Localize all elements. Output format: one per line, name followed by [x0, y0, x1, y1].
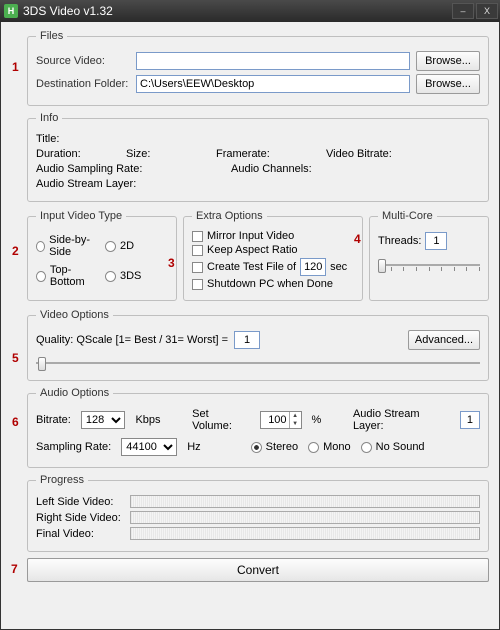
volume-input[interactable]	[261, 412, 289, 428]
sampling-combo[interactable]: 44100	[121, 438, 177, 456]
info-audio-stream-layer-label: Audio Stream Layer:	[36, 178, 136, 190]
titlebar: H 3DS Video v1.32 – X	[0, 0, 500, 22]
multicore-group: 4 Multi-Core Threads:	[369, 210, 489, 301]
volume-label: Set Volume:	[192, 408, 249, 432]
progress-left-bar	[130, 495, 480, 508]
kbps-label: Kbps	[135, 414, 160, 426]
info-title-label: Title:	[36, 133, 59, 145]
multicore-legend: Multi-Core	[378, 210, 437, 222]
check-keep-aspect[interactable]: Keep Aspect Ratio	[192, 244, 354, 256]
browse-dest-button[interactable]: Browse...	[416, 74, 480, 94]
marker-2: 2	[12, 244, 19, 258]
marker-5: 5	[12, 351, 19, 365]
marker-1: 1	[12, 60, 19, 74]
input-type-legend: Input Video Type	[36, 210, 126, 222]
check-create-test[interactable]: Create Test File of sec	[192, 258, 354, 276]
radio-3ds[interactable]: 3DS	[105, 264, 168, 288]
radio-side-by-side[interactable]: Side-by-Side	[36, 234, 99, 258]
files-legend: Files	[36, 30, 67, 42]
threads-input[interactable]	[425, 232, 447, 250]
info-group: Info Title: Duration: Size: Framerate: V…	[27, 112, 489, 202]
window-body: 1 Files Source Video: Browse... Destinat…	[0, 22, 500, 630]
info-framerate-label: Framerate:	[216, 148, 326, 160]
threads-slider[interactable]	[378, 256, 480, 274]
info-size-label: Size:	[126, 148, 216, 160]
hz-label: Hz	[187, 441, 200, 453]
dest-input[interactable]	[136, 75, 410, 93]
percent-label: %	[312, 414, 322, 426]
extra-legend: Extra Options	[192, 210, 267, 222]
advanced-button[interactable]: Advanced...	[408, 330, 480, 350]
progress-legend: Progress	[36, 474, 88, 486]
radio-stereo[interactable]: Stereo	[251, 441, 298, 453]
info-duration-label: Duration:	[36, 148, 126, 160]
check-mirror[interactable]: Mirror Input Video	[192, 230, 354, 242]
progress-right-bar	[130, 511, 480, 524]
minimize-button[interactable]: –	[452, 3, 474, 19]
browse-source-button[interactable]: Browse...	[416, 51, 480, 71]
files-group: 1 Files Source Video: Browse... Destinat…	[27, 30, 489, 106]
volume-up-icon[interactable]: ▲	[290, 412, 301, 420]
radio-top-bottom[interactable]: Top-Bottom	[36, 264, 99, 288]
progress-right-label: Right Side Video:	[36, 512, 124, 524]
audio-stream-layer-label: Audio Stream Layer:	[353, 408, 450, 432]
test-seconds-input[interactable]	[300, 258, 326, 276]
audio-options-legend: Audio Options	[36, 387, 113, 399]
video-options-legend: Video Options	[36, 309, 113, 321]
window-title: 3DS Video v1.32	[23, 4, 450, 18]
info-audio-sampling-label: Audio Sampling Rate:	[36, 163, 231, 175]
convert-button[interactable]: Convert	[27, 558, 489, 582]
close-button[interactable]: X	[476, 3, 498, 19]
marker-6: 6	[12, 415, 19, 429]
source-label: Source Video:	[36, 55, 130, 67]
progress-group: Progress Left Side Video: Right Side Vid…	[27, 474, 489, 552]
sampling-label: Sampling Rate:	[36, 441, 111, 453]
input-type-group: 2 Input Video Type Side-by-Side 2D Top-B…	[27, 210, 177, 301]
marker-3: 3	[168, 256, 175, 270]
quality-slider[interactable]	[36, 354, 480, 372]
app-icon: H	[4, 4, 18, 18]
progress-left-label: Left Side Video:	[36, 496, 124, 508]
bitrate-label: Bitrate:	[36, 414, 71, 426]
info-legend: Info	[36, 112, 62, 124]
marker-4: 4	[354, 232, 361, 246]
volume-down-icon[interactable]: ▼	[290, 420, 301, 428]
info-audio-channels-label: Audio Channels:	[231, 163, 312, 175]
source-input[interactable]	[136, 52, 410, 70]
extra-options-group: 3 Extra Options Mirror Input Video Keep …	[183, 210, 363, 301]
audio-options-group: 6 Audio Options Bitrate: 128 Kbps Set Vo…	[27, 387, 489, 468]
radio-mono[interactable]: Mono	[308, 441, 351, 453]
radio-2d[interactable]: 2D	[105, 234, 168, 258]
progress-final-bar	[130, 527, 480, 540]
marker-7: 7	[11, 562, 18, 576]
quality-input[interactable]	[234, 331, 260, 349]
threads-label: Threads:	[378, 235, 421, 247]
dest-label: Destination Folder:	[36, 78, 130, 90]
progress-final-label: Final Video:	[36, 528, 124, 540]
radio-no-sound[interactable]: No Sound	[361, 441, 425, 453]
audio-stream-layer-input[interactable]	[460, 411, 480, 429]
quality-label: Quality: QScale [1= Best / 31= Worst] =	[36, 334, 228, 346]
volume-spinner[interactable]: ▲▼	[260, 411, 302, 429]
check-shutdown[interactable]: Shutdown PC when Done	[192, 278, 354, 290]
bitrate-combo[interactable]: 128	[81, 411, 126, 429]
info-bitrate-label: Video Bitrate:	[326, 148, 392, 160]
video-options-group: 5 Video Options Quality: QScale [1= Best…	[27, 309, 489, 381]
